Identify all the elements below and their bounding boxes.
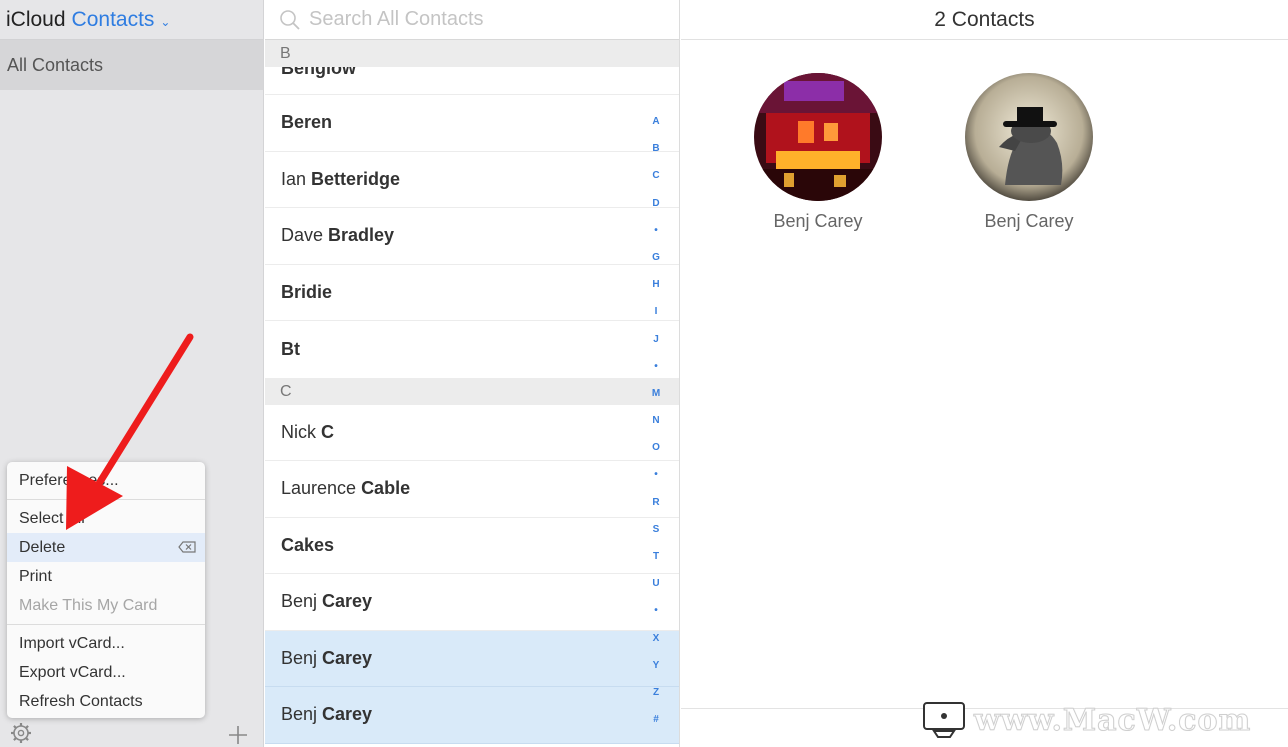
list-item[interactable]: Benglow <box>265 67 679 95</box>
menu-item-refresh-contacts[interactable]: Refresh Contacts <box>7 687 205 716</box>
contact-last-name: Bridie <box>281 281 333 302</box>
index-letter[interactable]: R <box>645 493 667 520</box>
settings-menu: Preferences... Select All Delete Print M… <box>7 462 205 718</box>
menu-item-preferences[interactable]: Preferences... <box>7 466 205 495</box>
menu-separator <box>7 624 205 625</box>
index-letter[interactable]: J <box>645 330 667 357</box>
contact-last-name: Cakes <box>281 534 335 555</box>
sidebar-toolbar <box>0 717 264 747</box>
delete-key-icon <box>178 541 196 553</box>
index-letter[interactable]: M <box>645 384 667 411</box>
list-item[interactable]: Bt <box>265 321 679 378</box>
contact-first-name: Benj <box>281 591 318 612</box>
list-item[interactable]: Beren <box>265 95 679 152</box>
search-input[interactable] <box>309 8 649 31</box>
index-letter[interactable]: • <box>645 221 667 248</box>
menu-item-import-vcard[interactable]: Import vCard... <box>7 629 205 658</box>
menu-item-delete-label: Delete <box>19 538 66 556</box>
list-item-selected[interactable]: Benj Carey <box>265 687 679 744</box>
index-letter[interactable]: Z <box>645 683 667 710</box>
contact-last-name: Cable <box>361 478 411 499</box>
contact-first-name: Dave <box>281 225 324 246</box>
index-letter[interactable]: H <box>645 275 667 302</box>
contact-last-name: C <box>321 421 334 442</box>
detail-panel: 2 Contacts Benj Carey Benj Carey <box>681 0 1288 747</box>
sidebar-header: iCloud Contacts ⌄ <box>0 0 263 40</box>
contact-card-name: Benj Carey <box>984 211 1074 231</box>
section-header-c: C <box>265 377 679 405</box>
contact-last-name: Beren <box>281 112 333 133</box>
menu-item-make-my-card: Make This My Card <box>19 596 158 614</box>
search-bar <box>265 0 679 40</box>
avatar <box>754 73 882 201</box>
list-item[interactable]: Laurence Cable <box>265 461 679 518</box>
macw-logo <box>923 702 965 738</box>
search-icon <box>280 9 300 30</box>
app-switcher[interactable]: Contacts <box>72 8 155 32</box>
watermark-text: www.MacW.com <box>973 702 1252 738</box>
list-item[interactable]: Cakes <box>265 518 679 574</box>
contact-card[interactable]: Benj Carey <box>753 73 883 232</box>
menu-item-print[interactable]: Print <box>7 562 205 591</box>
index-letter[interactable]: I <box>645 302 667 329</box>
index-letter[interactable]: U <box>645 574 667 601</box>
contact-first-name: Benj <box>281 704 318 725</box>
index-letter[interactable]: • <box>645 465 667 492</box>
menu-item-select-all[interactable]: Select All <box>7 504 205 533</box>
list-item[interactable]: Nick C <box>265 405 679 461</box>
index-letter[interactable]: • <box>645 357 667 384</box>
index-letter[interactable]: O <box>645 438 667 465</box>
contact-last-name: Carey <box>322 647 373 668</box>
gear-icon[interactable] <box>9 721 33 745</box>
app-name: iCloud <box>6 7 66 31</box>
list-item-selected[interactable]: Benj Carey <box>265 630 679 687</box>
index-letter[interactable]: N <box>645 411 667 438</box>
contact-first-name: Benj <box>281 647 318 668</box>
list-item[interactable]: Dave Bradley <box>265 208 679 265</box>
contact-name: Benglow <box>281 67 356 78</box>
contact-first-name: Nick <box>281 421 316 442</box>
index-letter[interactable]: B <box>645 139 667 166</box>
alphabet-index[interactable]: A B C D • G H I J • M N O • R S T U • X … <box>645 112 667 737</box>
index-letter[interactable]: D <box>645 194 667 221</box>
contact-last-name: Betteridge <box>311 168 401 189</box>
index-letter[interactable]: • <box>645 601 667 628</box>
list-item[interactable]: Benj Carey <box>265 574 679 631</box>
index-letter[interactable]: A <box>645 112 667 139</box>
menu-separator <box>7 499 205 500</box>
section-header-b: B <box>265 40 679 67</box>
avatar-photo-bird-hat <box>965 73 1093 201</box>
index-letter[interactable]: T <box>645 547 667 574</box>
selected-count: 2 Contacts <box>681 0 1288 40</box>
list-item[interactable]: Ian Betteridge <box>265 152 679 208</box>
contact-last-name: Carey <box>322 591 373 612</box>
contact-card[interactable]: Benj Carey <box>964 73 1094 232</box>
index-letter[interactable]: S <box>645 520 667 547</box>
contact-last-name: Bt <box>281 338 300 359</box>
list-item[interactable]: Bridie <box>265 265 679 321</box>
contact-last-name: Carey <box>322 704 373 725</box>
avatar-photo-concert <box>754 73 882 201</box>
avatar <box>965 73 1093 201</box>
index-letter[interactable]: # <box>645 710 667 737</box>
menu-item-delete[interactable]: Delete <box>7 533 205 562</box>
index-letter[interactable]: G <box>645 248 667 275</box>
index-letter[interactable]: X <box>645 629 667 656</box>
index-letter[interactable]: C <box>645 166 667 193</box>
contact-first-name: Ian <box>281 168 307 189</box>
contact-last-name: Bradley <box>328 225 395 246</box>
contact-list-panel: B Benglow Beren Ian Betteridge Dave Brad… <box>265 0 680 747</box>
add-contact-icon[interactable] <box>226 723 250 747</box>
watermark: www.MacW.com <box>922 700 1251 740</box>
contact-first-name: Laurence <box>281 478 357 499</box>
contact-card-name: Benj Carey <box>773 211 863 231</box>
group-all-contacts[interactable]: All Contacts <box>0 40 263 90</box>
index-letter[interactable]: Y <box>645 656 667 683</box>
chevron-down-icon[interactable]: ⌄ <box>160 15 170 29</box>
menu-item-export-vcard[interactable]: Export vCard... <box>7 658 205 687</box>
